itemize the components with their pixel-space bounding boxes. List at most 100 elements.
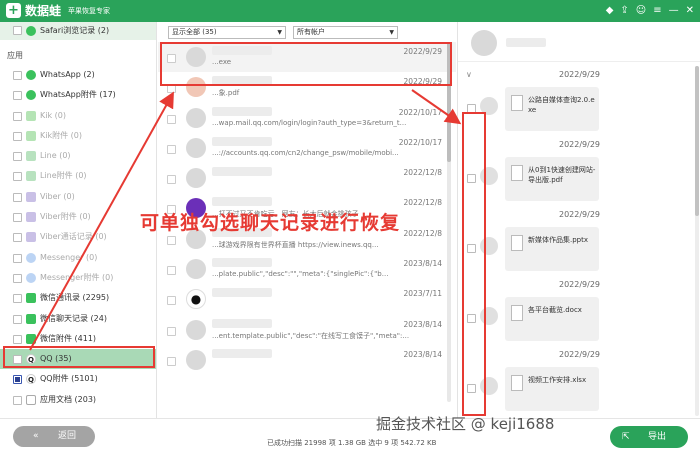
sidebar-item-viber[interactable]: Viber (0): [0, 187, 156, 207]
file-name: 从0到1快速创建网站-导出版.pdf: [528, 166, 596, 184]
sidebar-item-kik-attachments[interactable]: Kik附件 (0): [0, 126, 156, 146]
checkbox[interactable]: [167, 266, 176, 276]
checkbox[interactable]: [13, 375, 22, 385]
file-icon: [511, 95, 523, 111]
contact-name-blurred: [212, 258, 272, 268]
message-date: 2022/12/8: [403, 168, 442, 178]
export-button[interactable]: ⇱ 导出: [610, 426, 688, 448]
message-date: 2023/7/11: [403, 289, 442, 299]
title-bar: + 数据蛙 苹果恢复专家 ◆ ⇪ ☺ ≡ — ✕: [0, 0, 700, 22]
list-item[interactable]: 2022/10/17 ...://accounts.qq.com/cn2/cha…: [158, 133, 456, 163]
file-attachment[interactable]: 视频工作安排.xlsx: [505, 367, 599, 411]
list-item[interactable]: 2023/8/14: [158, 345, 456, 375]
chat-scrollbar[interactable]: [695, 66, 699, 416]
line-icon: [26, 151, 36, 162]
file-attachment[interactable]: 各平台截览.docx: [505, 297, 599, 341]
checkbox[interactable]: [167, 175, 176, 185]
message-snippet: ...ent.template.public","desc":"在线写工食馍子"…: [212, 331, 410, 340]
checkbox[interactable]: [13, 314, 22, 324]
line-icon: [26, 171, 36, 182]
show-filter-dropdown[interactable]: 显示全部 (35) ▼: [168, 26, 286, 39]
share-icon[interactable]: ⇪: [620, 4, 628, 17]
minimize-icon[interactable]: —: [669, 4, 679, 17]
chat-message[interactable]: 公路自媒体查询2.0.exe: [458, 84, 700, 136]
message-date: 2022/10/17: [398, 107, 442, 117]
checkbox[interactable]: [13, 26, 22, 35]
sidebar-item-app-documents[interactable]: 应用文档 (203): [0, 390, 156, 410]
chat-message[interactable]: 从0到1快速创建网站-导出版.pdf: [458, 154, 700, 206]
diamond-icon[interactable]: ◆: [606, 4, 614, 17]
sidebar-item-messenger-attachments[interactable]: Messenger附件 (0): [0, 268, 156, 288]
checkbox[interactable]: [13, 294, 22, 304]
chat-feed: ∨ 2022/9/29 公路自媒体查询2.0.exe 2022/9/29 从0到…: [458, 66, 700, 416]
close-icon[interactable]: ✕: [686, 4, 694, 17]
checkbox[interactable]: [13, 71, 22, 80]
chat-message[interactable]: 各平台截览.docx: [458, 294, 700, 346]
sidebar-item-viber-calls[interactable]: Viber通话记录 (0): [0, 227, 156, 247]
checkbox[interactable]: [13, 111, 22, 121]
chat-date: ∨ 2022/9/29: [458, 66, 700, 84]
chat-message[interactable]: 视频工作安排.xlsx: [458, 364, 700, 416]
filter-bar: 显示全部 (35) ▼ 所有帐户 ▼: [168, 26, 450, 40]
checkbox[interactable]: [13, 131, 22, 141]
list-item[interactable]: 2022/10/17 ...wap.mail.qq.com/login/logi…: [158, 103, 456, 133]
sidebar-item-line[interactable]: Line (0): [0, 146, 156, 166]
contact-name-blurred: [212, 348, 272, 358]
list-item[interactable]: 2022/12/8: [158, 163, 456, 193]
checkbox[interactable]: [13, 172, 22, 182]
chat-message[interactable]: 新媒体作品集.pptx: [458, 224, 700, 276]
list-item[interactable]: 2023/8/14 ...plate.public","desc":"","me…: [158, 254, 456, 284]
whatsapp-icon: [26, 70, 36, 80]
checkbox[interactable]: [167, 296, 176, 306]
sidebar-item-label: Viber通话记录 (0): [40, 232, 107, 242]
sidebar-item-wechat-chats[interactable]: 微信聊天记录 (24): [0, 309, 156, 329]
checkbox[interactable]: [13, 253, 22, 263]
viber-icon: [26, 212, 36, 223]
message-date: 2022/12/8: [403, 198, 442, 208]
checkbox[interactable]: [13, 395, 22, 405]
checkbox[interactable]: [167, 356, 176, 366]
file-attachment[interactable]: 从0到1快速创建网站-导出版.pdf: [505, 157, 599, 201]
checkbox[interactable]: [13, 91, 22, 101]
checkbox[interactable]: [167, 144, 176, 154]
checkbox[interactable]: [13, 334, 22, 344]
wechat-icon: [26, 333, 36, 344]
sidebar-item-kik[interactable]: Kik (0): [0, 106, 156, 126]
chevron-down-icon[interactable]: ∨: [466, 66, 472, 84]
chat-icon[interactable]: ☺: [636, 4, 646, 17]
file-attachment[interactable]: 公路自媒体查询2.0.exe: [505, 87, 599, 131]
wechat-icon: [26, 313, 36, 324]
message-list-scrollbar[interactable]: [447, 42, 451, 402]
sidebar-item-label: 应用文档 (203): [40, 394, 97, 404]
checkbox[interactable]: [13, 192, 22, 202]
checkbox[interactable]: [167, 326, 176, 336]
checkbox[interactable]: [13, 213, 22, 223]
sidebar-item-qq-attachments[interactable]: Q QQ附件 (5101): [0, 369, 156, 389]
file-attachment[interactable]: 新媒体作品集.pptx: [505, 227, 599, 271]
checkbox[interactable]: [13, 273, 22, 283]
list-item[interactable]: 2023/8/14 ...ent.template.public","desc"…: [158, 315, 456, 345]
sidebar-item-viber-attachments[interactable]: Viber附件 (0): [0, 207, 156, 227]
sidebar-item-messenger[interactable]: Messenger (0): [0, 248, 156, 268]
sidebar-item-label: Viber (0): [40, 191, 75, 201]
avatar: [186, 259, 206, 280]
checkbox[interactable]: [167, 114, 176, 124]
menu-icon[interactable]: ≡: [653, 4, 661, 17]
checkbox[interactable]: [167, 235, 176, 245]
window-controls: ◆ ⇪ ☺ ≡ — ✕: [606, 4, 694, 17]
checkbox[interactable]: [13, 233, 22, 243]
sidebar-item-line-attachments[interactable]: Line附件 (0): [0, 166, 156, 186]
back-button[interactable]: « 返回: [13, 426, 95, 447]
sidebar-item-label: 微信附件 (411): [40, 333, 97, 343]
checkbox[interactable]: [13, 152, 22, 162]
sidebar-item-whatsapp-attachments[interactable]: WhatsApp附件 (17): [0, 85, 156, 105]
qq-icon: ●: [186, 289, 206, 310]
list-item[interactable]: ● 2023/7/11: [158, 284, 456, 314]
message-snippet: ...://accounts.qq.com/cn2/change_psw/mob…: [212, 148, 399, 157]
sidebar-item-wechat-contacts[interactable]: 微信通讯录 (2295): [0, 288, 156, 308]
sidebar-item-safari[interactable]: Safari浏览记录 (2): [0, 22, 156, 40]
sidebar-item-whatsapp[interactable]: WhatsApp (2): [0, 65, 156, 85]
qq-icon: Q: [26, 374, 36, 385]
export-button-label: 导出: [648, 432, 667, 442]
account-filter-dropdown[interactable]: 所有帐户 ▼: [293, 26, 398, 39]
